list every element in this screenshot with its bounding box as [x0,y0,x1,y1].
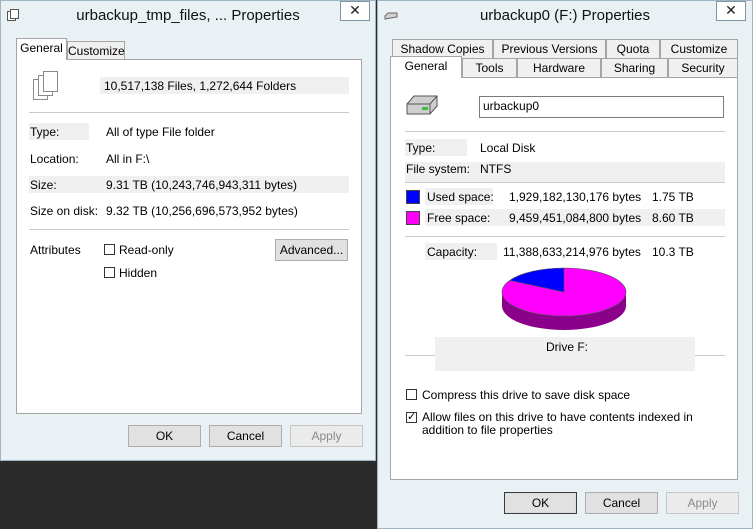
used-space-bytes: 1,929,182,130,176 bytes [509,190,642,204]
size-value: 9.31 TB (10,243,746,943,311 bytes) [106,178,298,192]
used-space-swatch [406,190,420,204]
advanced-button[interactable]: Advanced... [275,239,348,261]
type-value: All of type File folder [106,125,215,139]
file-system-label: File system: [406,162,471,176]
drive-name-input[interactable]: urbackup0 [479,96,724,118]
type-label: Type: [30,125,60,139]
file-folder-count: 10,517,138 Files, 1,272,644 Folders [104,79,297,93]
hard-drive-icon [406,95,438,115]
tab-customize[interactable]: Customize [660,39,738,59]
location-value: All in F:\ [106,152,150,166]
attributes-label: Attributes [30,243,81,257]
drive-type-label: Type: [406,141,436,155]
right-cancel-button[interactable]: Cancel [585,492,658,514]
size-on-disk-value: 9.32 TB (10,256,696,573,952 bytes) [106,204,298,218]
compress-drive-label[interactable]: Compress this drive to save disk space [422,388,630,402]
left-title-bar[interactable]: urbackup_tmp_files, ... Properties ✕ [1,1,375,31]
left-close-button[interactable]: ✕ [340,1,370,21]
hidden-label[interactable]: Hidden [119,266,157,280]
left-ok-button[interactable]: OK [128,425,201,447]
read-only-checkbox[interactable] [104,244,115,255]
file-system-value: NTFS [480,162,512,176]
tab-previous-versions[interactable]: Previous Versions [493,39,606,59]
left-apply-button[interactable]: Apply [290,425,363,447]
used-space-size: 1.75 TB [652,190,694,204]
read-only-label[interactable]: Read-only [119,243,174,257]
allow-indexing-checkbox[interactable]: ✓ [406,412,417,423]
capacity-size: 10.3 TB [652,245,694,259]
right-window-title: urbackup0 (F:) Properties [479,7,651,24]
allow-indexing-label[interactable]: Allow files on this drive to have conten… [422,411,722,437]
right-ok-button[interactable]: OK [504,492,577,514]
size-on-disk-label: Size on disk: [30,204,99,218]
capacity-bytes: 11,388,633,214,976 bytes [503,245,641,259]
tab-general[interactable]: General [390,56,462,78]
tab-sharing[interactable]: Sharing [601,58,668,78]
disk-usage-pie-chart [501,267,627,330]
multiple-files-icon [33,71,58,100]
left-tab-general[interactable]: General [16,38,67,60]
location-label: Location: [30,152,79,166]
left-window-title: urbackup_tmp_files, ... Properties [76,7,300,24]
right-properties-window: urbackup0 (F:) Properties ✕ Shadow Copie… [377,0,753,529]
free-space-label: Free space: [427,211,491,225]
size-label: Size: [30,178,57,192]
drive-letter-label: Drive F: [546,340,588,354]
tab-tools[interactable]: Tools [462,58,517,78]
left-properties-window: urbackup_tmp_files, ... Properties ✕ Gen… [0,0,376,461]
hidden-checkbox[interactable] [104,267,115,278]
left-tab-customize[interactable]: Customize [67,41,125,61]
capacity-label: Capacity: [427,245,478,259]
left-cancel-button[interactable]: Cancel [209,425,282,447]
right-general-panel: urbackup0 Type: Local Disk File system: … [390,77,738,480]
right-close-button[interactable]: ✕ [716,1,746,21]
right-title-bar[interactable]: urbackup0 (F:) Properties ✕ [378,1,752,31]
tab-hardware[interactable]: Hardware [517,58,601,78]
free-space-swatch [406,211,420,225]
compress-drive-checkbox[interactable] [406,389,417,400]
right-apply-button[interactable]: Apply [666,492,739,514]
tab-quota[interactable]: Quota [606,39,660,59]
used-space-label: Used space: [427,190,494,204]
tab-security[interactable]: Security [668,58,738,78]
drive-type-value: Local Disk [480,141,536,155]
free-space-size: 8.60 TB [652,211,694,225]
left-general-panel: 10,517,138 Files, 1,272,644 Folders Type… [16,59,362,414]
free-space-bytes: 9,459,451,084,800 bytes [509,211,642,225]
